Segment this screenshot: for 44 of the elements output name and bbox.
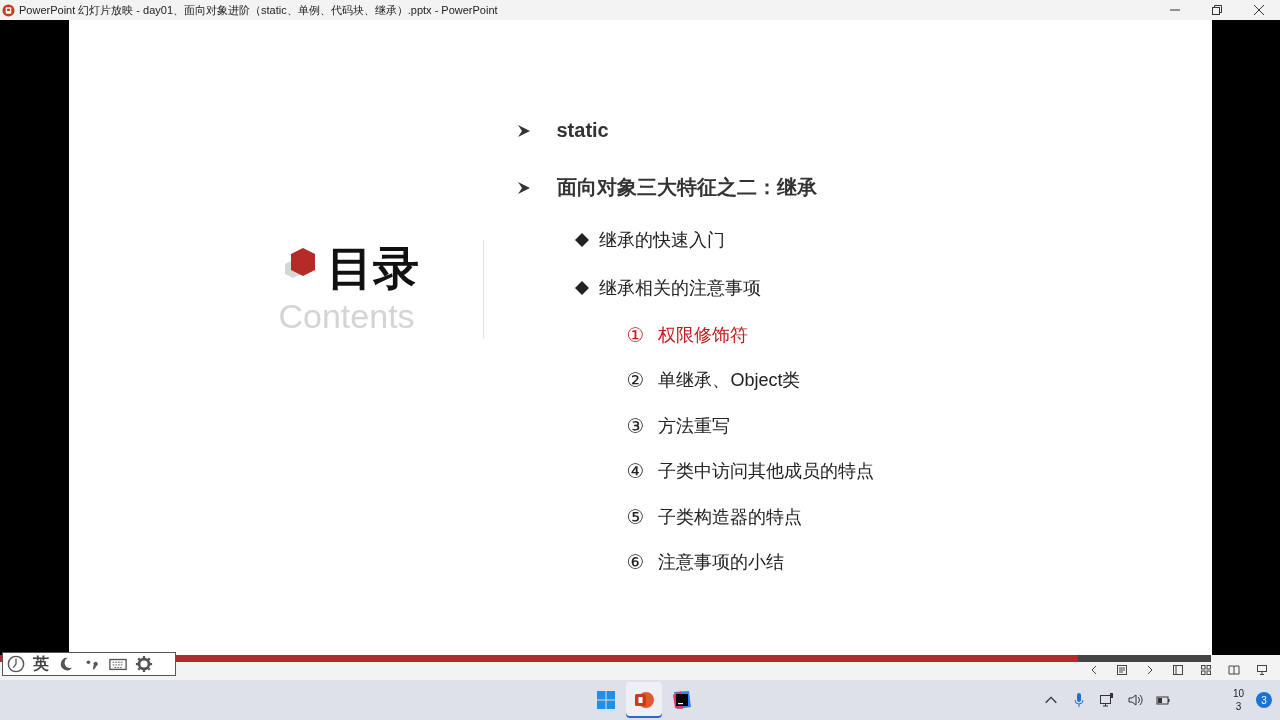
outline-item: 单继承、Object类: [658, 369, 801, 393]
powerpoint-icon: [633, 689, 655, 711]
diamond-bullet-icon: [574, 281, 589, 295]
close-icon: [1254, 5, 1264, 15]
item-number: ③: [626, 413, 645, 438]
notes-icon: [1116, 664, 1128, 676]
clock-logo-icon[interactable]: [7, 655, 25, 673]
monitor-icon: [1256, 664, 1268, 676]
outline-item: 注意事项的小结: [658, 551, 785, 575]
clock[interactable]: 10 3: [1232, 687, 1244, 713]
network-icon[interactable]: [1098, 692, 1115, 708]
language-mode[interactable]: 英: [33, 653, 49, 675]
outline-item: 方法重写: [658, 414, 731, 438]
normal-view-icon: [1172, 664, 1184, 676]
outline-item: 权限修饰符: [658, 323, 749, 347]
code-editor-icon: [671, 689, 693, 711]
chevron-right-icon: [1145, 665, 1155, 675]
book-icon: [1228, 664, 1240, 676]
window-title: PowerPoint 幻灯片放映 - day01、面向对象进阶（static、单例、代码块、继承）.pptx - PowerPoint: [19, 2, 498, 18]
slide-heading: 目录: [326, 241, 419, 296]
item-number: ④: [626, 459, 645, 484]
item-number: ②: [626, 368, 645, 393]
arrow-bullet-icon: [516, 180, 531, 195]
arrow-bullet-icon: [516, 123, 531, 138]
outline-item: 子类构造器的特点: [658, 505, 803, 529]
clock-text: 3: [1235, 700, 1242, 713]
item-number: ⑥: [626, 550, 645, 575]
outline-item: 继承的快速入门: [598, 229, 725, 252]
chevron-left-icon: [1089, 665, 1099, 675]
powerpoint-taskbar-button[interactable]: [626, 682, 662, 718]
notification-badge[interactable]: 3: [1256, 692, 1272, 708]
clock-text: 10: [1232, 687, 1244, 700]
outline-item: 面向对象三大特征之二：继承: [556, 175, 817, 200]
item-number: ①: [626, 322, 645, 347]
item-number: ⑤: [626, 504, 645, 529]
grid-icon: [1200, 664, 1212, 676]
restore-icon: [1212, 5, 1222, 15]
volume-icon[interactable]: [1126, 692, 1143, 708]
windows-logo-icon: [596, 690, 616, 710]
settings-icon[interactable]: [135, 655, 153, 673]
outline-item: 继承相关的注意事项: [598, 277, 761, 300]
outline-item: static: [556, 119, 609, 142]
diamond-bullet-icon: [574, 233, 589, 247]
outline-item: 子类中访问其他成员的特点: [658, 460, 875, 484]
